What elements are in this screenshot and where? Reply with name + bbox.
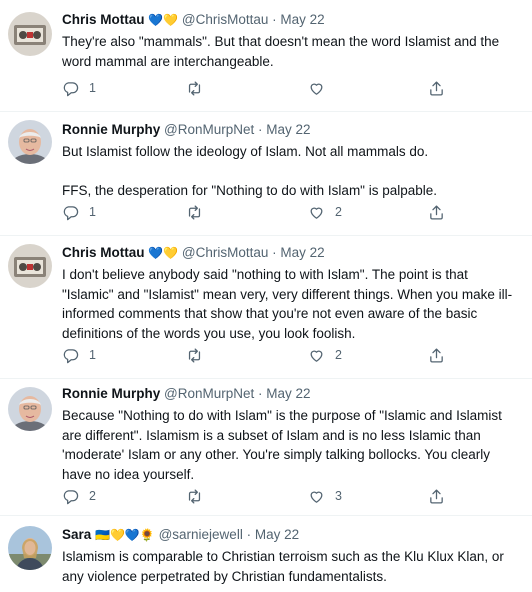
- share-icon: [430, 80, 443, 96]
- heart-icon: [310, 207, 323, 219]
- avatar[interactable]: [8, 12, 52, 56]
- like-count: 3: [335, 489, 342, 503]
- reply-count: 1: [89, 348, 96, 362]
- avatar[interactable]: [8, 244, 52, 288]
- tweet-actions: 2 3: [62, 487, 462, 505]
- tweet[interactable]: Sara 🇺🇦💛💙🌻 @sarniejewell · May 22 Islami…: [0, 516, 532, 592]
- retweet-button[interactable]: [186, 346, 213, 364]
- reply-icon: [63, 81, 79, 96]
- retweet-button[interactable]: [186, 79, 213, 97]
- avatar[interactable]: [8, 387, 52, 431]
- tweet-text: They're also "mammals". But that doesn't…: [62, 34, 503, 69]
- handle[interactable]: @ChrisMottau: [182, 12, 268, 27]
- display-name[interactable]: Ronnie Murphy: [62, 122, 160, 137]
- tweet-actions: 1: [62, 79, 462, 97]
- like-button[interactable]: 3: [308, 487, 342, 505]
- tweet[interactable]: Ronnie Murphy @RonMurpNet · May 22 But I…: [0, 112, 532, 236]
- handle[interactable]: @RonMurpNet: [164, 122, 254, 137]
- share-icon: [430, 347, 443, 363]
- retweet-button[interactable]: [186, 203, 213, 221]
- retweet-button[interactable]: [186, 487, 213, 505]
- heart-icon: [310, 491, 323, 503]
- like-button[interactable]: 2: [308, 203, 342, 221]
- handle[interactable]: @sarniejewell: [159, 527, 243, 542]
- share-button[interactable]: [428, 203, 445, 221]
- share-icon: [430, 488, 443, 504]
- name-emojis: 🇺🇦💛💙🌻: [95, 528, 155, 542]
- timestamp[interactable]: · May 22: [272, 245, 325, 260]
- timestamp[interactable]: · May 22: [258, 386, 311, 401]
- tweet-header: Chris Mottau 💙💛 @ChrisMottau · May 22: [62, 11, 518, 29]
- tweet-actions: 1 2: [62, 203, 462, 221]
- tweet[interactable]: Ronnie Murphy @RonMurpNet · May 22 Becau…: [0, 379, 532, 516]
- tweet-text: But Islamist follow the ideology of Isla…: [62, 144, 438, 198]
- reply-icon: [63, 489, 79, 504]
- name-emojis: 💙💛: [148, 246, 179, 260]
- timestamp[interactable]: · May 22: [247, 527, 300, 542]
- tweet-text: Islamism is comparable to Christian terr…: [62, 549, 508, 584]
- retweet-icon: [188, 204, 201, 220]
- heart-icon: [310, 83, 323, 95]
- timestamp[interactable]: · May 22: [272, 12, 325, 27]
- tweet[interactable]: Chris Mottau 💙💛 @ChrisMottau · May 22 I …: [0, 236, 532, 379]
- tweet-header: Ronnie Murphy @RonMurpNet · May 22: [62, 385, 518, 403]
- tweet-header: Chris Mottau 💙💛 @ChrisMottau · May 22: [62, 244, 518, 262]
- share-button[interactable]: [428, 79, 445, 97]
- reply-button[interactable]: 1: [62, 346, 96, 364]
- avatar[interactable]: [8, 120, 52, 164]
- handle[interactable]: @RonMurpNet: [164, 386, 254, 401]
- reply-button[interactable]: 1: [62, 203, 96, 221]
- display-name[interactable]: Sara: [62, 527, 91, 542]
- retweet-icon: [188, 80, 201, 96]
- share-button[interactable]: [428, 346, 445, 364]
- timestamp[interactable]: · May 22: [258, 122, 311, 137]
- display-name[interactable]: Chris Mottau: [62, 245, 145, 260]
- tweet[interactable]: Chris Mottau 💙💛 @ChrisMottau · May 22 Th…: [0, 0, 532, 112]
- tweet-header: Sara 🇺🇦💛💙🌻 @sarniejewell · May 22: [62, 526, 518, 544]
- reply-button[interactable]: 1: [62, 79, 96, 97]
- heart-icon: [310, 350, 323, 362]
- share-button[interactable]: [428, 487, 445, 505]
- avatar[interactable]: [8, 526, 52, 570]
- tweet-text: Because "Nothing to do with Islam" is th…: [62, 408, 506, 482]
- reply-icon: [63, 205, 79, 220]
- retweet-icon: [188, 347, 201, 363]
- tweet-actions: 1 2: [62, 346, 462, 364]
- like-count: 2: [335, 348, 342, 362]
- reply-count: 2: [89, 489, 96, 503]
- reply-button[interactable]: 2: [62, 487, 96, 505]
- like-button[interactable]: 2: [308, 346, 342, 364]
- reply-count: 1: [89, 205, 96, 219]
- tweet-header: Ronnie Murphy @RonMurpNet · May 22: [62, 121, 518, 139]
- name-emojis: 💙💛: [148, 13, 179, 27]
- retweet-icon: [188, 488, 201, 504]
- display-name[interactable]: Chris Mottau: [62, 12, 145, 27]
- like-count: 2: [335, 205, 342, 219]
- like-button[interactable]: [308, 79, 335, 97]
- tweet-text: I don't believe anybody said "nothing to…: [62, 267, 513, 341]
- display-name[interactable]: Ronnie Murphy: [62, 386, 160, 401]
- reply-icon: [63, 348, 79, 363]
- handle[interactable]: @ChrisMottau: [182, 245, 268, 260]
- share-icon: [430, 204, 443, 220]
- reply-count: 1: [89, 81, 96, 95]
